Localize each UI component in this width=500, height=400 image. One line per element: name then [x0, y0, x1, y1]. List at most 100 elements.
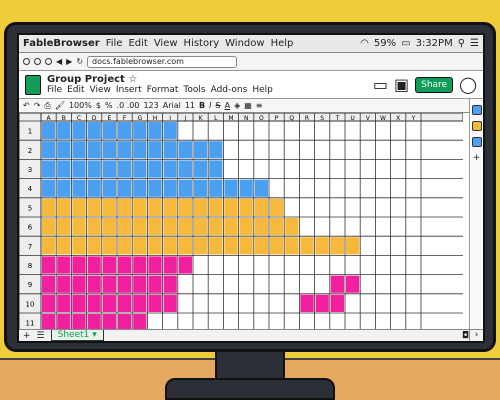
filled-cell[interactable]: [42, 294, 56, 312]
filled-cell[interactable]: [254, 198, 268, 216]
filled-cell[interactable]: [178, 218, 192, 236]
filled-cell[interactable]: [118, 294, 132, 312]
tasks-icon[interactable]: [471, 137, 482, 147]
filled-cell[interactable]: [57, 275, 71, 293]
column-header[interactable]: H: [153, 115, 158, 122]
filled-cell[interactable]: [270, 198, 284, 216]
filled-cell[interactable]: [57, 141, 71, 159]
percent-button[interactable]: %: [105, 101, 113, 110]
filled-cell[interactable]: [163, 218, 177, 236]
column-header[interactable]: R: [305, 115, 309, 122]
row-header[interactable]: 8: [28, 262, 32, 270]
filled-cell[interactable]: [163, 294, 177, 312]
filled-cell[interactable]: [346, 275, 360, 293]
close-window-dot[interactable]: [23, 58, 30, 65]
currency-button[interactable]: $: [96, 101, 101, 110]
column-header[interactable]: J: [184, 115, 187, 122]
sheet-tab[interactable]: Sheet1 ▾: [50, 330, 104, 341]
avatar[interactable]: ◯: [459, 75, 477, 94]
filled-cell[interactable]: [163, 237, 177, 255]
filled-cell[interactable]: [224, 218, 238, 236]
filled-cell[interactable]: [209, 237, 223, 255]
align-icon[interactable]: ≡: [256, 101, 263, 110]
column-header[interactable]: U: [350, 115, 354, 122]
column-header[interactable]: T: [335, 115, 340, 122]
text-color-button[interactable]: A: [225, 101, 230, 110]
doc-menu-addons[interactable]: Add-ons: [211, 85, 248, 95]
font-select[interactable]: Arial: [163, 101, 181, 110]
filled-cell[interactable]: [72, 141, 86, 159]
doc-title[interactable]: Group Project: [47, 74, 125, 85]
row-header[interactable]: 5: [28, 204, 32, 212]
chevron-right-icon[interactable]: ›: [469, 329, 483, 341]
filled-cell[interactable]: [102, 256, 116, 274]
filled-cell[interactable]: [102, 294, 116, 312]
filled-cell[interactable]: [87, 294, 101, 312]
filled-cell[interactable]: [42, 122, 56, 140]
filled-cell[interactable]: [118, 198, 132, 216]
filled-cell[interactable]: [163, 275, 177, 293]
filled-cell[interactable]: [42, 275, 56, 293]
filled-cell[interactable]: [57, 160, 71, 178]
row-header[interactable]: 4: [28, 185, 33, 193]
column-header[interactable]: B: [62, 115, 66, 122]
column-header[interactable]: Y: [411, 115, 416, 122]
filled-cell[interactable]: [209, 179, 223, 197]
font-size-select[interactable]: 11: [185, 101, 195, 110]
column-header[interactable]: W: [380, 115, 386, 122]
filled-cell[interactable]: [239, 179, 253, 197]
star-icon[interactable]: ☆: [128, 74, 137, 85]
filled-cell[interactable]: [133, 218, 147, 236]
filled-cell[interactable]: [42, 160, 56, 178]
filled-cell[interactable]: [118, 179, 132, 197]
spreadsheet-grid[interactable]: A B C D E F G H I J K L M N O P Q R S T U V W X Y 1 2 3 4 5 6 7 8 9 10 11: [19, 113, 463, 335]
filled-cell[interactable]: [102, 179, 116, 197]
filled-cell[interactable]: [285, 218, 299, 236]
strikethrough-button[interactable]: S: [216, 101, 221, 110]
minimize-window-dot[interactable]: [34, 58, 41, 65]
filled-cell[interactable]: [102, 141, 116, 159]
column-header[interactable]: X: [396, 115, 400, 122]
filled-cell[interactable]: [133, 122, 147, 140]
filled-cell[interactable]: [148, 275, 162, 293]
print-icon[interactable]: ⎙: [44, 101, 50, 111]
filled-cell[interactable]: [300, 237, 314, 255]
search-icon[interactable]: ⚲: [458, 38, 465, 49]
filled-cell[interactable]: [57, 237, 71, 255]
filled-cell[interactable]: [133, 160, 147, 178]
filled-cell[interactable]: [102, 237, 116, 255]
filled-cell[interactable]: [102, 160, 116, 178]
row-header[interactable]: 11: [26, 320, 35, 328]
doc-menu-file[interactable]: File: [47, 85, 62, 95]
share-button[interactable]: Share: [415, 76, 454, 93]
filled-cell[interactable]: [57, 294, 71, 312]
calendar-icon[interactable]: [471, 105, 482, 115]
filled-cell[interactable]: [87, 198, 101, 216]
filled-cell[interactable]: [72, 294, 86, 312]
filled-cell[interactable]: [209, 141, 223, 159]
filled-cell[interactable]: [133, 179, 147, 197]
filled-cell[interactable]: [178, 237, 192, 255]
filled-cell[interactable]: [209, 160, 223, 178]
filled-cell[interactable]: [87, 122, 101, 140]
filled-cell[interactable]: [148, 198, 162, 216]
filled-cell[interactable]: [163, 256, 177, 274]
filled-cell[interactable]: [163, 122, 177, 140]
filled-cell[interactable]: [224, 237, 238, 255]
filled-cell[interactable]: [102, 275, 116, 293]
filled-cell[interactable]: [315, 237, 329, 255]
filled-cell[interactable]: [209, 218, 223, 236]
filled-cell[interactable]: [118, 122, 132, 140]
filled-cell[interactable]: [148, 122, 162, 140]
filled-cell[interactable]: [57, 256, 71, 274]
sheets-logo-icon[interactable]: [25, 74, 41, 95]
filled-cell[interactable]: [163, 179, 177, 197]
filled-cell[interactable]: [57, 122, 71, 140]
decimal-buttons[interactable]: .0 .00: [117, 101, 140, 110]
filled-cell[interactable]: [254, 179, 268, 197]
os-menu-window[interactable]: Window: [225, 38, 264, 49]
filled-cell[interactable]: [178, 198, 192, 216]
filled-cell[interactable]: [133, 141, 147, 159]
filled-cell[interactable]: [148, 160, 162, 178]
redo-icon[interactable]: ↷: [34, 101, 41, 110]
